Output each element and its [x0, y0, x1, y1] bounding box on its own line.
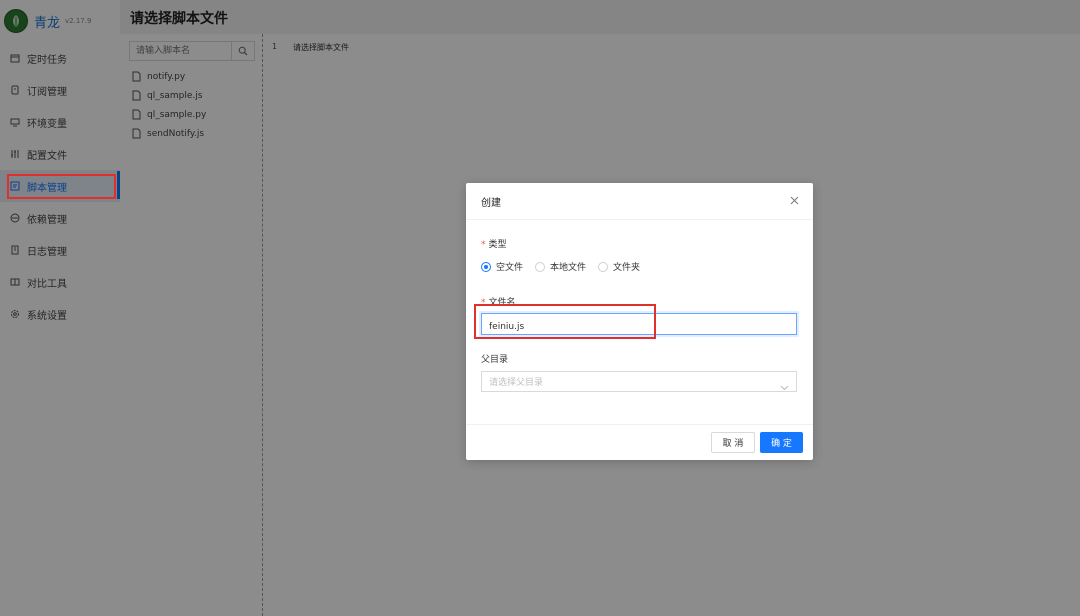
parent-dir-placeholder: 请选择父目录 — [489, 378, 544, 388]
dialog-header: 创建 — [466, 183, 813, 220]
dialog-title: 创建 — [481, 198, 501, 209]
parent-dir-label: 父目录 — [481, 355, 509, 365]
type-label: * 类型 — [481, 240, 507, 250]
radio-local-file[interactable]: 本地文件 — [535, 260, 586, 273]
required-mark: * — [481, 240, 486, 250]
radio-folder[interactable]: 文件夹 — [598, 260, 640, 273]
highlight-box — [7, 174, 116, 199]
radio-empty-file[interactable]: 空文件 — [481, 260, 523, 273]
dialog-footer: 取 消 确 定 — [466, 424, 813, 461]
type-radio-group: 空文件 本地文件 文件夹 — [481, 260, 652, 273]
chevron-down-icon — [780, 377, 789, 396]
close-icon[interactable] — [787, 193, 801, 207]
cancel-button[interactable]: 取 消 — [711, 432, 755, 453]
parent-dir-select[interactable]: 请选择父目录 — [481, 371, 797, 392]
highlight-box — [474, 304, 656, 339]
radio-indicator — [481, 261, 491, 272]
radio-indicator — [598, 261, 609, 272]
radio-indicator — [535, 261, 546, 272]
ok-button[interactable]: 确 定 — [760, 432, 803, 453]
